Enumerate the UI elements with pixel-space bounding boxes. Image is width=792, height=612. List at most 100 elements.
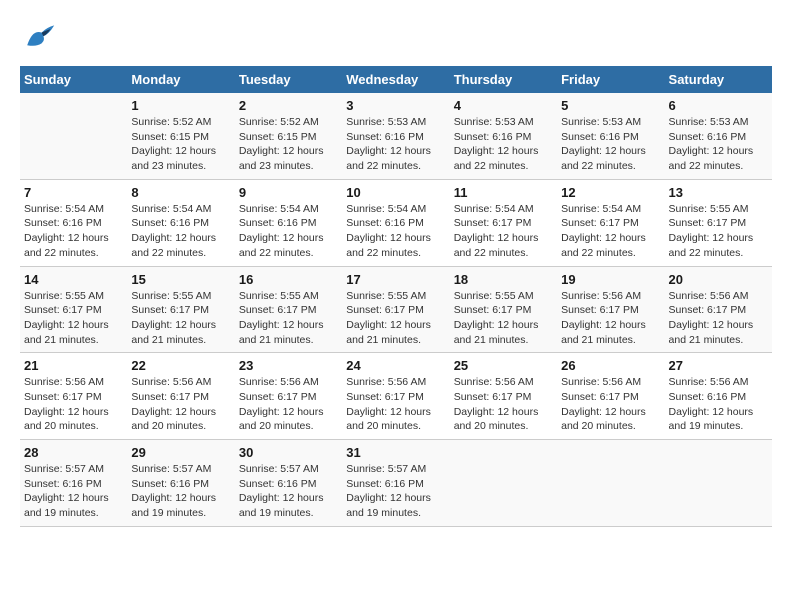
header-day-wednesday: Wednesday bbox=[342, 66, 449, 93]
day-info: Sunrise: 5:54 AMSunset: 6:17 PMDaylight:… bbox=[561, 202, 660, 261]
day-info: Sunrise: 5:55 AMSunset: 6:17 PMDaylight:… bbox=[239, 289, 338, 348]
calendar-cell: 24Sunrise: 5:56 AMSunset: 6:17 PMDayligh… bbox=[342, 353, 449, 440]
day-info: Sunrise: 5:53 AMSunset: 6:16 PMDaylight:… bbox=[454, 115, 553, 174]
calendar-cell: 13Sunrise: 5:55 AMSunset: 6:17 PMDayligh… bbox=[665, 179, 772, 266]
day-info: Sunrise: 5:57 AMSunset: 6:16 PMDaylight:… bbox=[24, 462, 123, 521]
day-info: Sunrise: 5:52 AMSunset: 6:15 PMDaylight:… bbox=[131, 115, 230, 174]
day-info: Sunrise: 5:56 AMSunset: 6:17 PMDaylight:… bbox=[346, 375, 445, 434]
day-number: 30 bbox=[239, 445, 338, 460]
day-number: 2 bbox=[239, 98, 338, 113]
day-info: Sunrise: 5:55 AMSunset: 6:17 PMDaylight:… bbox=[346, 289, 445, 348]
calendar-cell: 14Sunrise: 5:55 AMSunset: 6:17 PMDayligh… bbox=[20, 266, 127, 353]
calendar-cell: 2 Sunrise: 5:52 AMSunset: 6:15 PMDaylight… bbox=[235, 93, 342, 179]
calendar-cell: 11Sunrise: 5:54 AMSunset: 6:17 PMDayligh… bbox=[450, 179, 557, 266]
calendar-cell bbox=[665, 440, 772, 527]
day-info: Sunrise: 5:52 AMSunset: 6:15 PMDaylight:… bbox=[239, 115, 338, 174]
calendar-table: SundayMondayTuesdayWednesdayThursdayFrid… bbox=[20, 66, 772, 527]
calendar-cell: 22 Sunrise: 5:56 AMSunset: 6:17 PMDayligh… bbox=[127, 353, 234, 440]
day-info: Sunrise: 5:54 AMSunset: 6:16 PMDaylight:… bbox=[346, 202, 445, 261]
calendar-cell: 16 Sunrise: 5:55 AMSunset: 6:17 PMDayligh… bbox=[235, 266, 342, 353]
calendar-cell: 30 Sunrise: 5:57 AMSunset: 6:16 PMDayligh… bbox=[235, 440, 342, 527]
day-info: Sunrise: 5:54 AMSunset: 6:17 PMDaylight:… bbox=[454, 202, 553, 261]
day-info: Sunrise: 5:57 AMSunset: 6:16 PMDaylight:… bbox=[131, 462, 230, 521]
day-info: Sunrise: 5:55 AMSunset: 6:17 PMDaylight:… bbox=[24, 289, 123, 348]
day-info: Sunrise: 5:53 AMSunset: 6:16 PMDaylight:… bbox=[561, 115, 660, 174]
day-number: 5 bbox=[561, 98, 660, 113]
day-number: 21 bbox=[24, 358, 123, 373]
day-number: 19 bbox=[561, 272, 660, 287]
calendar-header-row: SundayMondayTuesdayWednesdayThursdayFrid… bbox=[20, 66, 772, 93]
day-info: Sunrise: 5:56 AMSunset: 6:17 PMDaylight:… bbox=[131, 375, 230, 434]
day-info: Sunrise: 5:53 AMSunset: 6:16 PMDaylight:… bbox=[346, 115, 445, 174]
calendar-cell bbox=[557, 440, 664, 527]
day-info: Sunrise: 5:53 AMSunset: 6:16 PMDaylight:… bbox=[669, 115, 768, 174]
calendar-cell: 4 Sunrise: 5:53 AMSunset: 6:16 PMDaylight… bbox=[450, 93, 557, 179]
calendar-cell: 3 Sunrise: 5:53 AMSunset: 6:16 PMDaylight… bbox=[342, 93, 449, 179]
day-number: 9 bbox=[239, 185, 338, 200]
day-info: Sunrise: 5:57 AMSunset: 6:16 PMDaylight:… bbox=[346, 462, 445, 521]
day-number: 25 bbox=[454, 358, 553, 373]
calendar-cell: 9 Sunrise: 5:54 AMSunset: 6:16 PMDaylight… bbox=[235, 179, 342, 266]
calendar-week-row: 28Sunrise: 5:57 AMSunset: 6:16 PMDayligh… bbox=[20, 440, 772, 527]
calendar-cell: 5 Sunrise: 5:53 AMSunset: 6:16 PMDaylight… bbox=[557, 93, 664, 179]
day-number: 3 bbox=[346, 98, 445, 113]
day-number: 16 bbox=[239, 272, 338, 287]
calendar-cell: 23 Sunrise: 5:56 AMSunset: 6:17 PMDayligh… bbox=[235, 353, 342, 440]
day-number: 26 bbox=[561, 358, 660, 373]
logo-bird-icon bbox=[20, 20, 56, 56]
calendar-cell: 31Sunrise: 5:57 AMSunset: 6:16 PMDayligh… bbox=[342, 440, 449, 527]
calendar-cell: 6 Sunrise: 5:53 AMSunset: 6:16 PMDaylight… bbox=[665, 93, 772, 179]
header-day-saturday: Saturday bbox=[665, 66, 772, 93]
header-day-tuesday: Tuesday bbox=[235, 66, 342, 93]
calendar-week-row: 1 Sunrise: 5:52 AMSunset: 6:15 PMDaylight… bbox=[20, 93, 772, 179]
page-header bbox=[20, 20, 772, 56]
calendar-cell: 21 Sunrise: 5:56 AMSunset: 6:17 PMDayligh… bbox=[20, 353, 127, 440]
calendar-week-row: 14Sunrise: 5:55 AMSunset: 6:17 PMDayligh… bbox=[20, 266, 772, 353]
day-number: 15 bbox=[131, 272, 230, 287]
day-number: 7 bbox=[24, 185, 123, 200]
calendar-cell: 18Sunrise: 5:55 AMSunset: 6:17 PMDayligh… bbox=[450, 266, 557, 353]
day-info: Sunrise: 5:54 AMSunset: 6:16 PMDaylight:… bbox=[131, 202, 230, 261]
calendar-cell: 25 Sunrise: 5:56 AMSunset: 6:17 PMDayligh… bbox=[450, 353, 557, 440]
day-number: 4 bbox=[454, 98, 553, 113]
calendar-cell: 27Sunrise: 5:56 AMSunset: 6:16 PMDayligh… bbox=[665, 353, 772, 440]
header-day-thursday: Thursday bbox=[450, 66, 557, 93]
day-number: 1 bbox=[131, 98, 230, 113]
calendar-cell bbox=[450, 440, 557, 527]
day-number: 20 bbox=[669, 272, 768, 287]
day-info: Sunrise: 5:56 AMSunset: 6:17 PMDaylight:… bbox=[239, 375, 338, 434]
day-info: Sunrise: 5:57 AMSunset: 6:16 PMDaylight:… bbox=[239, 462, 338, 521]
calendar-week-row: 21 Sunrise: 5:56 AMSunset: 6:17 PMDayligh… bbox=[20, 353, 772, 440]
day-number: 10 bbox=[346, 185, 445, 200]
calendar-cell: 20 Sunrise: 5:56 AMSunset: 6:17 PMDayligh… bbox=[665, 266, 772, 353]
calendar-cell: 10 Sunrise: 5:54 AMSunset: 6:16 PMDayligh… bbox=[342, 179, 449, 266]
day-number: 22 bbox=[131, 358, 230, 373]
day-info: Sunrise: 5:55 AMSunset: 6:17 PMDaylight:… bbox=[131, 289, 230, 348]
day-number: 8 bbox=[131, 185, 230, 200]
day-info: Sunrise: 5:56 AMSunset: 6:17 PMDaylight:… bbox=[561, 289, 660, 348]
day-info: Sunrise: 5:56 AMSunset: 6:17 PMDaylight:… bbox=[561, 375, 660, 434]
day-number: 12 bbox=[561, 185, 660, 200]
header-day-monday: Monday bbox=[127, 66, 234, 93]
calendar-cell: 19 Sunrise: 5:56 AMSunset: 6:17 PMDayligh… bbox=[557, 266, 664, 353]
day-number: 17 bbox=[346, 272, 445, 287]
day-number: 6 bbox=[669, 98, 768, 113]
day-number: 18 bbox=[454, 272, 553, 287]
logo bbox=[20, 20, 60, 56]
calendar-cell: 8 Sunrise: 5:54 AMSunset: 6:16 PMDaylight… bbox=[127, 179, 234, 266]
day-number: 23 bbox=[239, 358, 338, 373]
calendar-cell bbox=[20, 93, 127, 179]
day-info: Sunrise: 5:56 AMSunset: 6:17 PMDaylight:… bbox=[454, 375, 553, 434]
day-info: Sunrise: 5:54 AMSunset: 6:16 PMDaylight:… bbox=[24, 202, 123, 261]
day-info: Sunrise: 5:55 AMSunset: 6:17 PMDaylight:… bbox=[669, 202, 768, 261]
day-info: Sunrise: 5:56 AMSunset: 6:16 PMDaylight:… bbox=[669, 375, 768, 434]
day-info: Sunrise: 5:56 AMSunset: 6:17 PMDaylight:… bbox=[669, 289, 768, 348]
calendar-cell: 1 Sunrise: 5:52 AMSunset: 6:15 PMDaylight… bbox=[127, 93, 234, 179]
day-info: Sunrise: 5:56 AMSunset: 6:17 PMDaylight:… bbox=[24, 375, 123, 434]
day-info: Sunrise: 5:54 AMSunset: 6:16 PMDaylight:… bbox=[239, 202, 338, 261]
calendar-cell: 12 Sunrise: 5:54 AMSunset: 6:17 PMDayligh… bbox=[557, 179, 664, 266]
day-number: 29 bbox=[131, 445, 230, 460]
calendar-cell: 26 Sunrise: 5:56 AMSunset: 6:17 PMDayligh… bbox=[557, 353, 664, 440]
calendar-week-row: 7 Sunrise: 5:54 AMSunset: 6:16 PMDaylight… bbox=[20, 179, 772, 266]
calendar-cell: 17 Sunrise: 5:55 AMSunset: 6:17 PMDayligh… bbox=[342, 266, 449, 353]
